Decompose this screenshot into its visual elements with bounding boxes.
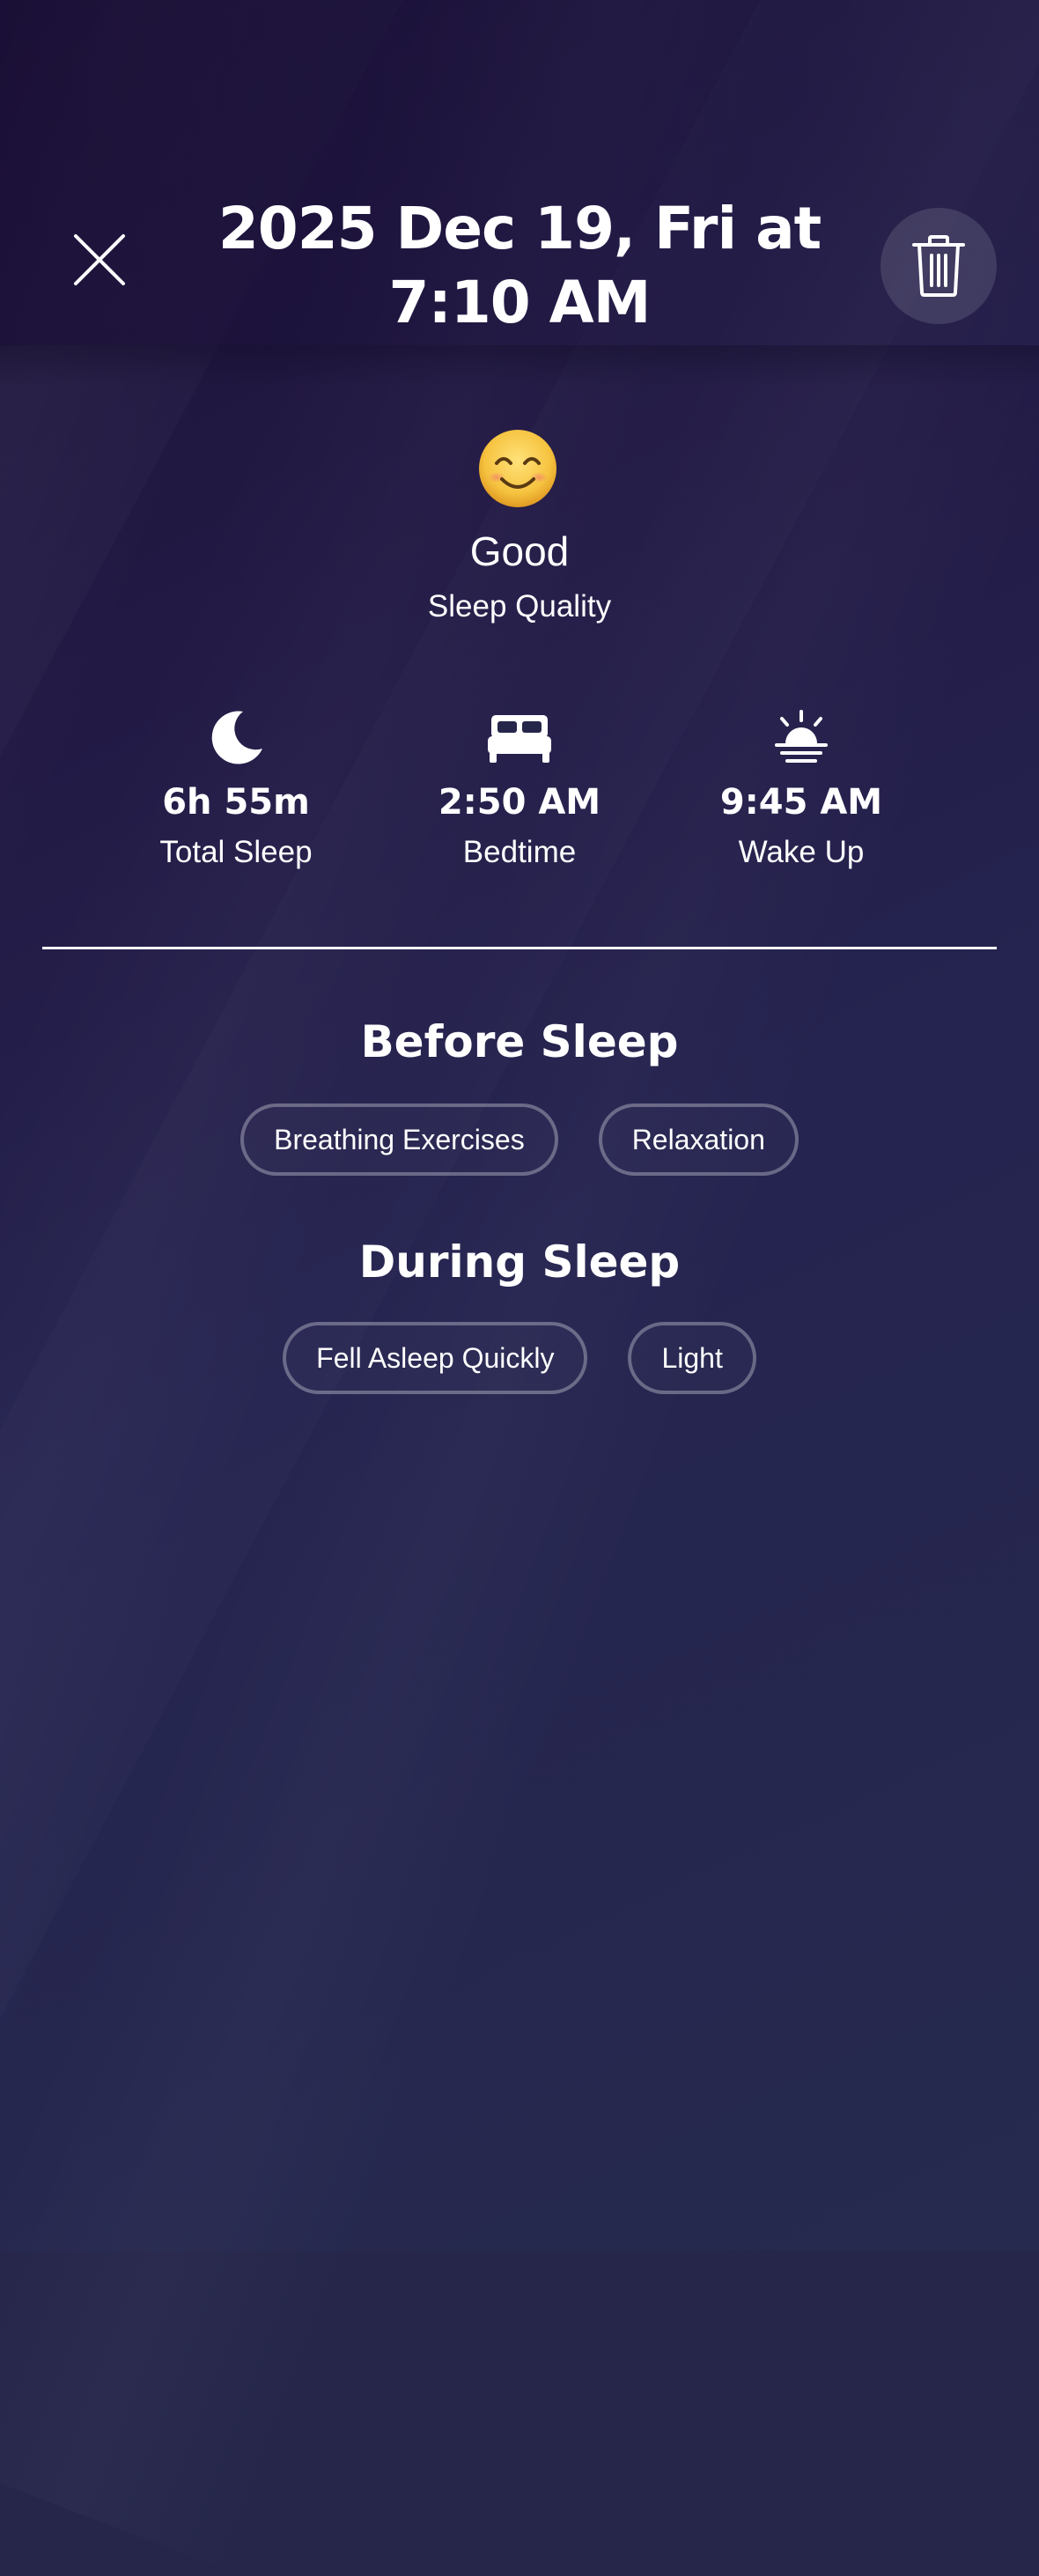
tag-chip[interactable]: Fell Asleep Quickly xyxy=(283,1322,588,1394)
header-shadow xyxy=(0,345,1039,388)
bedtime-value: 2:50 AM xyxy=(438,782,601,823)
sleep-quality-value: Good xyxy=(469,528,570,574)
delete-button[interactable] xyxy=(881,208,997,324)
page-title-date: 2025 Dec 19, Fri at xyxy=(217,195,822,262)
trash-icon xyxy=(912,235,965,297)
page-title-time: 7:10 AM xyxy=(388,269,652,336)
wake-up-label: Wake Up xyxy=(738,835,865,869)
wake-up-value: 9:45 AM xyxy=(719,782,883,823)
section-divider xyxy=(42,947,997,949)
header: 2025 Dec 19, Fri at 7:10 AM xyxy=(0,0,1039,388)
sleep-quality-caption: Sleep Quality xyxy=(427,589,612,624)
stat-bedtime: 2:50 AM Bedtime xyxy=(361,705,678,875)
stat-total-sleep: 6h 55m Total Sleep xyxy=(77,705,394,875)
tag-chip[interactable]: Breathing Exercises xyxy=(240,1103,558,1176)
close-icon xyxy=(74,234,125,285)
bed-icon xyxy=(488,715,551,763)
sunrise-icon xyxy=(775,710,828,763)
during-sleep-title: During Sleep xyxy=(358,1236,681,1288)
total-sleep-label: Total Sleep xyxy=(159,835,313,869)
before-sleep-tags: Breathing Exercises Relaxation xyxy=(0,1103,1039,1176)
before-sleep-title: Before Sleep xyxy=(360,1016,679,1067)
tag-chip[interactable]: Light xyxy=(628,1322,756,1394)
bedtime-label: Bedtime xyxy=(462,835,577,869)
page-title: 2025 Dec 19, Fri at 7:10 AM xyxy=(194,192,845,340)
close-button[interactable] xyxy=(70,231,129,289)
smiling-face-emoji xyxy=(479,430,556,507)
tag-chip[interactable]: Relaxation xyxy=(598,1103,799,1176)
stat-wake-up: 9:45 AM Wake Up xyxy=(643,705,960,875)
during-sleep-tags: Fell Asleep Quickly Light xyxy=(0,1322,1039,1394)
moon-icon xyxy=(211,711,262,764)
total-sleep-value: 6h 55m xyxy=(162,782,310,823)
